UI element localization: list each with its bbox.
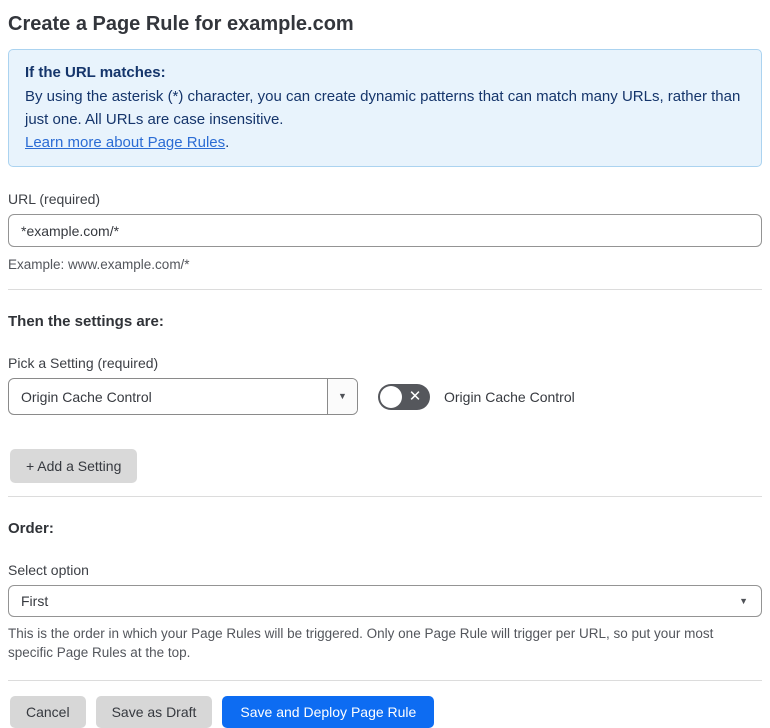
footer-actions: Cancel Save as Draft Save and Deploy Pag… (10, 696, 762, 728)
link-suffix: . (225, 134, 230, 151)
divider (8, 680, 762, 681)
info-box-link-line: Learn more about Page Rules. (25, 131, 745, 154)
divider (8, 496, 762, 497)
order-select-value: First (21, 593, 49, 609)
save-as-draft-button[interactable]: Save as Draft (95, 696, 213, 728)
page-title: Create a Page Rule for example.com (8, 13, 354, 35)
toggle-off-x-icon: ✕ (408, 388, 422, 405)
setting-row: Origin Cache Control ▼ ✕ Origin Cache Co… (8, 378, 762, 415)
toggle-knob (380, 385, 402, 408)
order-helper-text: This is the order in which your Page Rul… (8, 626, 714, 660)
save-and-deploy-button[interactable]: Save and Deploy Page Rule (222, 696, 435, 728)
cancel-button[interactable]: Cancel (10, 696, 86, 728)
url-field-label: URL (required) (8, 191, 101, 207)
chevron-down-icon: ▼ (739, 595, 748, 606)
toggle-label: Origin Cache Control (444, 388, 575, 405)
add-setting-button[interactable]: + Add a Setting (10, 449, 138, 483)
setting-select-dropdown[interactable]: Origin Cache Control ▼ (8, 378, 358, 415)
setting-select-arrow-box[interactable]: ▼ (327, 379, 357, 414)
chevron-down-icon: ▼ (338, 391, 347, 401)
order-section-heading: Order: (8, 520, 54, 537)
url-example-helper: Example: www.example.com/* (8, 257, 190, 272)
url-match-info-box: If the URL matches: By using the asteris… (8, 49, 762, 167)
divider (8, 289, 762, 290)
url-input[interactable] (8, 214, 762, 247)
order-select-label: Select option (8, 562, 89, 578)
info-box-heading: If the URL matches: (25, 64, 166, 81)
learn-more-link[interactable]: Learn more about Page Rules (25, 134, 225, 151)
create-page-rule-form: Create a Page Rule for example.com If th… (0, 0, 770, 728)
order-select-dropdown[interactable]: First ▼ (8, 585, 762, 617)
setting-select-value: Origin Cache Control (21, 388, 152, 405)
settings-section-heading: Then the settings are: (8, 313, 164, 330)
info-box-body: By using the asterisk (*) character, you… (25, 88, 741, 128)
pick-setting-label: Pick a Setting (required) (8, 355, 159, 371)
origin-cache-control-toggle[interactable]: ✕ (378, 383, 430, 410)
